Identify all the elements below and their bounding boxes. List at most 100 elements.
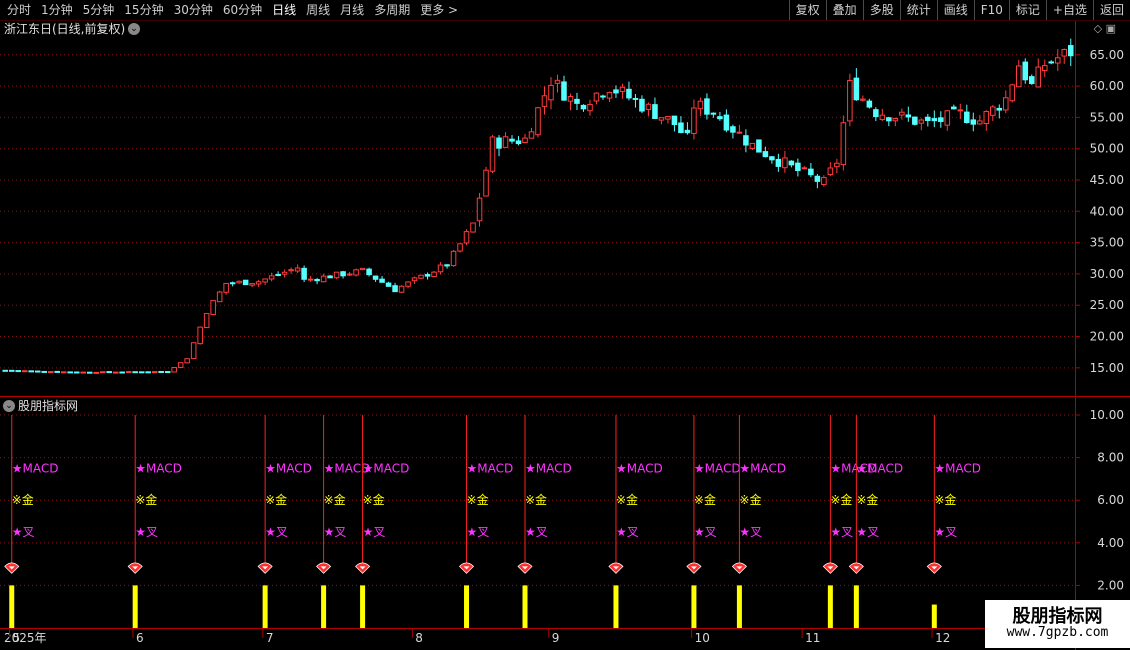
candle-body [164, 371, 171, 374]
candle-body [15, 370, 22, 373]
stock-title: 浙江东日(日线,前复权) [4, 22, 126, 36]
candle-body [697, 100, 704, 110]
date-tick-label: 2025年 [4, 631, 47, 645]
candle-body [606, 91, 613, 99]
candle-body [626, 88, 632, 99]
signal-cross-label: ★叉 [525, 525, 548, 539]
candle-body [665, 116, 671, 120]
date-tick-label: 5 [12, 631, 20, 645]
watermark: 股朋指标网 www.7gpzb.com [985, 600, 1130, 648]
candle-body [476, 197, 483, 222]
candle-body [535, 107, 541, 136]
signal-cross-label: ★叉 [12, 525, 35, 539]
candle-body [918, 119, 925, 124]
candle-body [821, 177, 827, 185]
date-tick-label: 8 [415, 631, 423, 645]
candle-body [593, 92, 600, 102]
candle-body [840, 122, 847, 166]
candle-body [2, 369, 9, 372]
candle-body [912, 116, 918, 125]
price-tick-label: 60.00 [1090, 79, 1124, 93]
signal-bar [522, 585, 528, 628]
candle-body [574, 98, 580, 104]
signal-gold-label: ※金 [467, 492, 489, 507]
candle-body [262, 278, 268, 283]
candle-body [632, 97, 639, 100]
candle-body [249, 283, 255, 286]
signal-cross-label: ★叉 [467, 525, 490, 539]
candle-body [242, 279, 249, 286]
signal-bar [853, 585, 859, 628]
candle-body [60, 371, 67, 374]
candle-body [125, 371, 132, 374]
candle-body [684, 129, 691, 134]
chevron-down-icon[interactable]: ⌄ [128, 23, 140, 35]
candle-body [515, 140, 522, 145]
candle-body [990, 106, 996, 116]
candle-body [346, 273, 353, 276]
candle-body [8, 369, 15, 372]
candle-body [899, 111, 905, 116]
candle-body [879, 114, 886, 121]
candle-body [223, 282, 229, 293]
signal-macd-label: ★MACD [265, 461, 312, 475]
date-tick-label: 10 [695, 631, 710, 645]
signal-macd-label: ★MACD [12, 461, 59, 475]
candle-body [177, 362, 184, 368]
candle-body [704, 98, 710, 115]
candle-body [931, 118, 938, 122]
candle-body [314, 279, 320, 282]
candle-body [834, 162, 840, 168]
signal-cross-label: ★叉 [265, 525, 288, 539]
signal-bar [464, 585, 470, 628]
candle-body [138, 371, 145, 374]
candle-body [398, 285, 405, 293]
candle-body [782, 157, 788, 169]
candle-body [736, 131, 743, 134]
candle-body [905, 114, 912, 118]
candle-body [119, 371, 125, 374]
signal-bar [827, 585, 833, 628]
signal-gold-label: ※金 [363, 492, 385, 507]
candle-body [320, 275, 327, 283]
candle-body [1048, 61, 1055, 64]
candle-body [944, 110, 951, 126]
candle-body [619, 86, 626, 93]
candle-body [496, 137, 502, 149]
candle-body [808, 168, 814, 176]
candle-body [1022, 61, 1029, 81]
signal-macd-label: ★MACD [739, 461, 786, 475]
date-tick-label: 12 [935, 631, 950, 645]
candle-body [424, 274, 431, 277]
signal-bar [9, 585, 15, 628]
candle-body [73, 371, 80, 374]
price-tick-label: 30.00 [1090, 267, 1124, 281]
signal-cross-label: ★叉 [739, 525, 762, 539]
signal-gold-label: ※金 [856, 492, 878, 507]
candle-body [450, 250, 457, 267]
candle-body [327, 275, 333, 279]
candle-body [216, 291, 223, 303]
candle-body [34, 370, 41, 373]
candle-body [41, 370, 48, 373]
signal-gold-label: ※金 [830, 492, 852, 507]
price-tick-label: 45.00 [1090, 173, 1124, 187]
candle-body [769, 156, 775, 161]
candle-body [775, 158, 782, 167]
signal-cross-label: ★叉 [616, 525, 639, 539]
candle-body [483, 169, 489, 197]
candle-body [600, 95, 606, 98]
candle-body [827, 167, 834, 176]
chart-options-icons[interactable]: ◇ ▣ [1094, 22, 1116, 35]
candle-body [333, 271, 340, 279]
candle-body [554, 79, 561, 84]
chevron-down-icon[interactable]: ⌄ [3, 400, 15, 412]
signal-bar [321, 585, 327, 628]
candle-body [392, 285, 398, 293]
candle-body [671, 115, 678, 125]
candle-body [47, 371, 54, 374]
candle-body [99, 371, 106, 374]
signal-macd-label: ★MACD [135, 461, 182, 475]
candle-body [255, 281, 262, 285]
candle-body [866, 100, 873, 108]
